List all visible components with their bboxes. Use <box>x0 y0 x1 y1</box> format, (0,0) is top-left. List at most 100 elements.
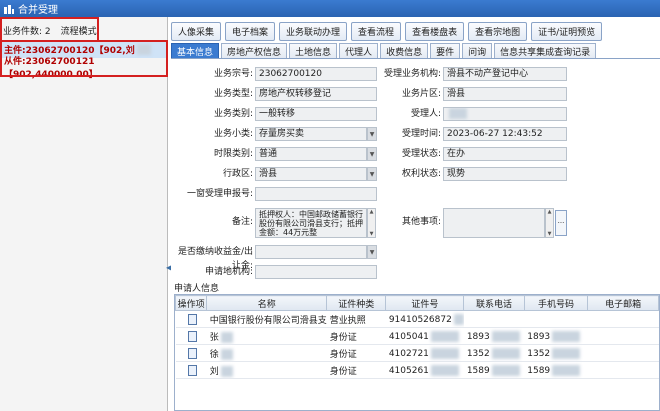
remarks-scrollbar[interactable]: ▲ ▼ <box>367 208 376 238</box>
single-window-no-field[interactable] <box>255 187 377 201</box>
rights-status-label: 权利状态: <box>401 169 441 179</box>
cell-name: 中国银行股份有限公司滑县支 <box>206 310 327 328</box>
receiver-label: 受理人: <box>410 109 441 119</box>
redacted-block <box>430 330 459 342</box>
cell-phone: 1352 <box>463 344 525 362</box>
chevron-down-icon[interactable]: ▼ <box>367 127 377 141</box>
cell-mobile: 1589 <box>524 361 588 379</box>
business-category-field[interactable]: 一般转移 <box>255 107 377 121</box>
cell-id-no: 91410526872 <box>385 310 464 328</box>
cell-mobile <box>524 310 588 328</box>
time-limit-select[interactable]: 普通 <box>255 147 367 161</box>
redacted-block <box>552 330 581 342</box>
rights-status-field[interactable]: 现势 <box>443 167 567 181</box>
receive-status-label: 受理状态: <box>401 149 441 159</box>
e-archive-button[interactable]: 电子档案 <box>225 22 276 41</box>
business-type-field[interactable]: 房地产权转移登记 <box>255 87 377 101</box>
cell-id-type: 身份证 <box>326 361 386 379</box>
applicant-org-field[interactable] <box>255 265 377 279</box>
redacted-block <box>430 364 459 376</box>
document-icon[interactable] <box>188 313 198 325</box>
tab-fees[interactable]: 收费信息 <box>380 43 429 58</box>
receiver-field[interactable] <box>443 107 567 121</box>
document-icon[interactable] <box>188 364 198 376</box>
portrait-capture-button[interactable]: 人像采集 <box>171 22 222 41</box>
revenue-paid-label: 是否缴纳收益金/出让金: <box>177 247 253 271</box>
redacted-block <box>491 330 520 342</box>
document-icon[interactable] <box>188 330 198 342</box>
col-id-no[interactable]: 证件号 <box>385 295 465 311</box>
other-matters-scrollbar[interactable]: ▲ ▼ <box>545 208 554 238</box>
table-row[interactable]: 刘 身份证 4105261 1589 1589 <box>175 361 659 379</box>
redacted-block <box>430 347 459 359</box>
receive-time-field[interactable]: 2023-06-27 12:43:52 <box>443 127 567 141</box>
receiving-org-label: 受理业务机构: <box>383 69 441 79</box>
revenue-paid-select[interactable] <box>255 245 367 259</box>
tab-inquiry[interactable]: 问询 <box>462 43 493 58</box>
business-subclass-select[interactable]: 存量房买卖 <box>255 127 367 141</box>
applicant-org-label: 申请地机构: <box>204 267 253 277</box>
district-select[interactable]: 滑县 <box>255 167 367 181</box>
applicants-table: 操作项 名称 证件种类 证件号 联系电话 手机号码 电子邮箱 中国银行股份有限公… <box>174 294 660 411</box>
business-no-label: 业务宗号: <box>213 69 253 79</box>
tab-bar: 基本信息 房地产权信息 土地信息 代理人 收费信息 要件 问询 信息共享集成查询… <box>171 43 660 59</box>
cell-phone: 1589 <box>463 361 525 379</box>
redacted-block <box>453 313 464 325</box>
linked-handling-button[interactable]: 业务联动办理 <box>279 22 348 41</box>
business-no-field[interactable]: 23062700120 <box>255 67 377 81</box>
time-limit-label: 时限类别: <box>213 149 253 159</box>
business-type-label: 业务类型: <box>213 89 253 99</box>
cell-email <box>587 344 659 362</box>
receive-status-field[interactable]: 在办 <box>443 147 567 161</box>
single-window-no-label: 一窗受理申报号: <box>186 189 253 199</box>
highlight-box-summary <box>0 17 99 42</box>
col-email[interactable]: 电子邮箱 <box>587 295 659 311</box>
applicants-section-title: 申请人信息 <box>174 284 220 294</box>
chevron-down-icon[interactable]: ▼ <box>367 245 377 259</box>
table-row[interactable]: 张 身份证 4105041 1893 1893 <box>175 327 659 345</box>
tab-land-info[interactable]: 土地信息 <box>289 43 338 58</box>
other-matters-more-button[interactable]: ··· <box>555 210 567 236</box>
chevron-down-icon[interactable]: ▼ <box>367 167 377 181</box>
cell-id-type: 身份证 <box>326 344 386 362</box>
col-action[interactable]: 操作项 <box>174 295 208 311</box>
cell-mobile: 1893 <box>524 327 588 345</box>
tab-agent[interactable]: 代理人 <box>339 43 379 58</box>
receive-time-label: 受理时间: <box>401 129 441 139</box>
col-id-type[interactable]: 证件种类 <box>326 295 387 311</box>
view-process-button[interactable]: 查看流程 <box>351 22 402 41</box>
highlight-box-list <box>0 40 168 77</box>
tab-shared-query-records[interactable]: 信息共享集成查询记录 <box>494 43 597 58</box>
business-category-label: 业务类别: <box>213 109 253 119</box>
basic-info-form: 业务宗号: 23062700120 业务类型: 房地产权转移登记 业务类别: 一… <box>171 60 660 292</box>
tab-property-rights[interactable]: 房地产权信息 <box>221 43 288 58</box>
receiving-org-field[interactable]: 滑县不动产登记中心 <box>443 67 567 81</box>
redacted-block <box>449 108 467 119</box>
chevron-down-icon[interactable]: ▼ <box>367 147 377 161</box>
other-matters-field[interactable] <box>443 208 545 238</box>
col-phone[interactable]: 联系电话 <box>463 295 525 311</box>
col-name[interactable]: 名称 <box>206 295 328 311</box>
business-area-field[interactable]: 滑县 <box>443 87 567 101</box>
tab-documents[interactable]: 要件 <box>430 43 461 58</box>
tab-basic-info[interactable]: 基本信息 <box>171 43 220 58</box>
redacted-block <box>220 331 233 343</box>
main-panel: 人像采集 电子档案 业务联动办理 查看流程 查看楼盘表 查看宗地图 证书/证明预… <box>171 17 660 411</box>
window-title: 合并受理 <box>18 5 58 16</box>
remarks-field[interactable]: 抵押权人：中国邮政储蓄银行股份有限公司滑县支行；抵押金额：44万元整 <box>255 208 367 238</box>
cell-mobile: 1352 <box>524 344 588 362</box>
remarks-label: 备注: <box>231 217 253 227</box>
certificate-preview-button[interactable]: 证书/证明预览 <box>531 22 603 41</box>
app-icon <box>4 4 14 14</box>
table-row[interactable]: 中国银行股份有限公司滑县支 营业执照 91410526872 <box>175 310 659 328</box>
col-mobile[interactable]: 手机号码 <box>523 295 589 311</box>
cell-phone <box>463 310 525 328</box>
table-row[interactable]: 徐 身份证 4102721 1352 1352 <box>175 344 659 362</box>
toolbar: 人像采集 电子档案 业务联动办理 查看流程 查看楼盘表 查看宗地图 证书/证明预… <box>171 22 606 42</box>
cell-email <box>587 361 659 379</box>
cell-id-type: 营业执照 <box>326 310 386 328</box>
cell-name: 刘 <box>206 361 327 379</box>
document-icon[interactable] <box>188 347 198 359</box>
view-parcel-map-button[interactable]: 查看宗地图 <box>468 22 528 41</box>
view-building-table-button[interactable]: 查看楼盘表 <box>405 22 465 41</box>
